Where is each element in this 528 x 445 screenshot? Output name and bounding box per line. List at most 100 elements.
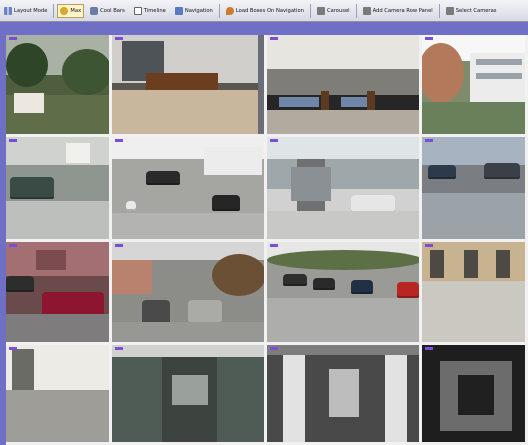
toolbar-item-label: Max	[70, 7, 82, 14]
camera-label-badge	[270, 347, 278, 350]
camera-label-badge	[115, 37, 123, 40]
toolbar-item-add-camera[interactable]: Add Camera Row Panel	[360, 4, 436, 18]
camera-feed[interactable]	[6, 35, 112, 137]
camera-label-badge	[115, 347, 123, 350]
camera-label-badge	[9, 244, 17, 247]
toolbar-item-layout-mode[interactable]: Layout Mode	[1, 4, 50, 18]
toolbar-item-label: Carousel	[326, 7, 350, 14]
toolbar-item-carousel[interactable]: Carousel	[314, 4, 353, 18]
camera-scene	[126, 201, 136, 211]
camera-feed[interactable]	[267, 242, 422, 345]
camera-label-badge	[270, 139, 278, 142]
camera-scene	[212, 254, 264, 296]
toolbar-item-load-boxes[interactable]: Load Boxes On Navigation	[223, 4, 307, 18]
camera-scene	[496, 250, 510, 278]
camera-label-badge	[9, 37, 17, 40]
camera-scene	[112, 213, 264, 239]
cctv-icon	[445, 6, 454, 15]
camera-label-badge	[425, 37, 433, 40]
star-icon	[60, 6, 69, 15]
camera-feed[interactable]	[112, 35, 267, 137]
camera-scene	[66, 143, 90, 163]
toolbar-item-max[interactable]: Max	[57, 3, 85, 18]
toolbar-item-label: Add Camera Row Panel	[372, 7, 433, 14]
camera-scene	[6, 390, 109, 442]
camera-scene	[6, 276, 34, 292]
camera-scene	[204, 147, 262, 175]
camera-scene	[267, 345, 419, 355]
camera-label-badge	[270, 37, 278, 40]
camera-feed[interactable]	[267, 345, 422, 445]
toolbar-separator	[438, 3, 440, 18]
camera-scene	[6, 43, 48, 87]
camera-feed[interactable]	[267, 35, 422, 137]
plus-icon	[133, 6, 142, 15]
toolbar-separator	[218, 3, 220, 18]
toolbar-item-timeline[interactable]: Timeline	[131, 4, 169, 18]
camera-scene	[267, 298, 419, 342]
toolbar-item-label: Select Cameras	[455, 7, 497, 14]
cube-icon	[174, 6, 183, 15]
camera-scene	[112, 322, 264, 342]
camera-feed[interactable]	[112, 137, 267, 242]
toolbar-item-cool-bars[interactable]: Cool Bars	[87, 4, 128, 18]
camera-feed[interactable]	[6, 242, 112, 345]
camera-feed[interactable]	[6, 345, 112, 445]
camera-scene	[10, 177, 54, 199]
camera-feed[interactable]	[422, 345, 528, 445]
camera-scene	[313, 278, 335, 290]
camera-scene	[267, 137, 419, 159]
camera-scene	[283, 274, 307, 286]
toolbar-item-navigation[interactable]: Navigation	[172, 4, 216, 18]
camera-scene	[112, 345, 264, 357]
camera-scene	[188, 300, 222, 324]
camera-scene	[430, 250, 444, 278]
camera-feed[interactable]	[267, 137, 422, 242]
camera-scene	[112, 90, 264, 134]
camera-scene	[267, 69, 419, 95]
camera-scene	[217, 357, 264, 442]
camera-label-badge	[9, 139, 17, 142]
camera-feed[interactable]	[422, 137, 528, 242]
camera-label-badge	[115, 244, 123, 247]
camera-scene	[267, 250, 419, 270]
camera-scene	[172, 375, 208, 405]
camera-scene	[329, 369, 359, 417]
camera-feed[interactable]	[422, 35, 528, 137]
camera-scene	[12, 349, 34, 393]
camera-feed[interactable]	[112, 345, 267, 445]
camera-scene	[112, 260, 152, 294]
camera-scene	[385, 355, 407, 442]
camera-icon	[90, 6, 99, 15]
camera-scene	[112, 357, 162, 442]
camera-feed[interactable]	[112, 242, 267, 345]
camera-scene	[36, 250, 66, 270]
camera-scene	[279, 97, 319, 107]
toolbar-item-label: Layout Mode	[14, 7, 48, 14]
camera-scene	[351, 280, 373, 294]
camera-scene	[397, 282, 419, 298]
camera-label-badge	[425, 139, 433, 142]
toolbar-item-select-cameras[interactable]: Select Cameras	[443, 4, 500, 18]
camera-scene	[476, 59, 522, 65]
camera-scene	[14, 93, 44, 113]
camera-scene	[146, 171, 180, 185]
toolbar-separator	[355, 3, 357, 18]
toolbar: Layout Mode Max Cool Bars Timeline Navig…	[0, 0, 528, 22]
camera-scene	[422, 137, 525, 165]
camera-feed[interactable]	[6, 137, 112, 242]
camera-scene	[476, 73, 522, 79]
toolbar-separator	[309, 3, 311, 18]
toolbar-item-label: Load Boxes On Navigation	[235, 7, 304, 14]
camera-scene	[422, 43, 464, 103]
camera-label-badge	[425, 347, 433, 350]
camera-label-badge	[425, 244, 433, 247]
cctv-icon	[362, 6, 371, 15]
camera-scene	[291, 167, 331, 201]
camera-scene	[341, 97, 367, 107]
camera-scene	[6, 314, 109, 342]
camera-scene	[267, 35, 419, 69]
cctv-icon	[316, 6, 325, 15]
toolbar-item-label: Navigation	[184, 7, 213, 14]
camera-feed[interactable]	[422, 242, 528, 345]
